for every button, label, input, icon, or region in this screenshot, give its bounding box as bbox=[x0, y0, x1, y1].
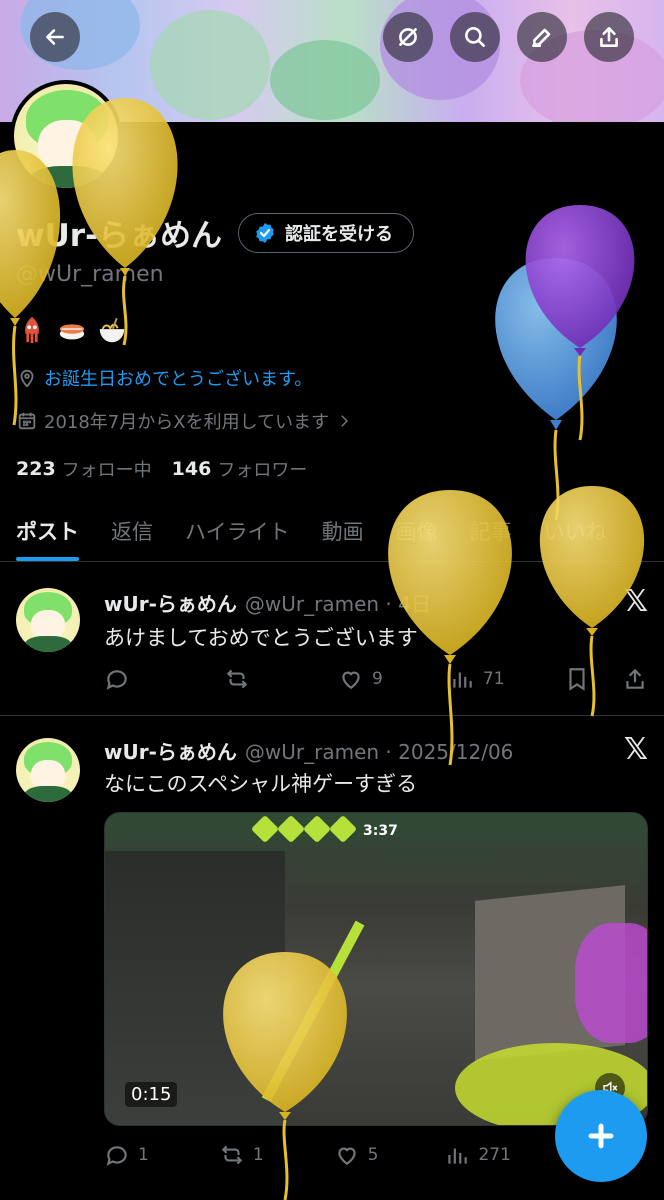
repost-icon bbox=[226, 669, 248, 689]
view-count: 271 bbox=[478, 1145, 511, 1165]
post-author-name[interactable]: wUr-らぁめん bbox=[104, 588, 237, 617]
repost-icon bbox=[221, 1145, 243, 1165]
post-item[interactable]: wUr-らぁめん @wUr_ramen · 4日 𝕏 あけましておめでとうござい… bbox=[0, 562, 664, 716]
back-button[interactable] bbox=[30, 12, 80, 62]
reply-button[interactable]: 1 bbox=[104, 1142, 149, 1168]
share-post-button[interactable] bbox=[622, 666, 648, 692]
post-author-name[interactable]: wUr-らぁめん bbox=[104, 736, 237, 765]
post-video[interactable]: 3:37 0:15 bbox=[104, 812, 648, 1126]
heart-icon bbox=[337, 1147, 356, 1165]
view-count: 71 bbox=[482, 669, 505, 689]
profile-name-row: wUr-らぁめん 認証を受ける bbox=[16, 210, 414, 255]
repost-button[interactable]: 1 bbox=[219, 1142, 264, 1168]
followers-count[interactable]: 146 bbox=[172, 458, 212, 480]
tab-likes[interactable]: いいね bbox=[544, 504, 607, 561]
post-text: あけましておめでとうございます bbox=[104, 626, 418, 650]
post-avatar[interactable] bbox=[16, 738, 80, 802]
search-button[interactable] bbox=[450, 12, 500, 62]
share-icon bbox=[626, 668, 644, 689]
like-count: 9 bbox=[372, 669, 383, 689]
profile-location: お誕生日おめでとうございます。 bbox=[16, 365, 312, 391]
views-button[interactable]: 271 bbox=[444, 1142, 511, 1168]
tab-replies[interactable]: 返信 bbox=[111, 504, 153, 561]
repost-button[interactable] bbox=[224, 666, 258, 692]
ramen-emoji bbox=[96, 314, 128, 346]
post-header: wUr-らぁめん @wUr_ramen · 2025/12/06 bbox=[104, 736, 513, 765]
balloon-blue bbox=[495, 258, 617, 521]
banner-art bbox=[270, 40, 380, 120]
views-button[interactable]: 71 bbox=[449, 666, 505, 692]
reply-icon bbox=[106, 670, 127, 690]
x-logo-icon: 𝕏 bbox=[623, 732, 648, 767]
squid-emoji bbox=[16, 314, 48, 346]
views-icon bbox=[453, 672, 472, 688]
display-name: wUr-らぁめん bbox=[16, 218, 222, 254]
repost-count: 1 bbox=[252, 1145, 264, 1165]
profile-tabs: ポスト 返信 ハイライト 動画 画像 記事 いいね bbox=[0, 504, 664, 562]
location-pin-icon bbox=[20, 369, 34, 388]
tab-images[interactable]: 画像 bbox=[396, 504, 438, 561]
search-icon bbox=[465, 27, 485, 47]
share-button[interactable] bbox=[584, 12, 634, 62]
tab-videos[interactable]: 動画 bbox=[322, 504, 364, 561]
like-button[interactable]: 9 bbox=[338, 666, 383, 692]
balloon-purple bbox=[525, 205, 635, 441]
video-frame bbox=[575, 923, 647, 1043]
reply-icon bbox=[106, 1146, 127, 1166]
following-count[interactable]: 223 bbox=[16, 458, 56, 480]
video-timer: 0:15 bbox=[125, 1082, 178, 1107]
edit-button[interactable] bbox=[517, 12, 567, 62]
post-actions: 9 71 bbox=[104, 666, 648, 692]
profile-handle: @wUr_ramen bbox=[16, 262, 164, 287]
post-text: なにこのスペシャル神ゲーすぎる bbox=[104, 772, 418, 796]
post-header: wUr-らぁめん @wUr_ramen · 4日 bbox=[104, 588, 431, 617]
post-avatar[interactable] bbox=[16, 588, 80, 652]
compose-button[interactable] bbox=[555, 1090, 647, 1182]
views-icon bbox=[448, 1148, 468, 1164]
get-verified-button[interactable]: 認証を受ける bbox=[237, 212, 414, 253]
reply-button[interactable] bbox=[104, 666, 138, 692]
post-meta: @wUr_ramen · 2025/12/06 bbox=[244, 740, 514, 764]
followers-label[interactable]: フォロワー bbox=[217, 456, 307, 482]
verified-badge-icon bbox=[256, 222, 274, 243]
game-hud bbox=[250, 814, 358, 844]
sushi-emoji bbox=[56, 314, 88, 346]
calendar-icon bbox=[18, 412, 36, 430]
x-logo-icon: 𝕏 bbox=[623, 584, 648, 619]
like-count: 5 bbox=[367, 1145, 379, 1165]
location-text[interactable]: お誕生日おめでとうございます。 bbox=[44, 365, 312, 391]
chevron-right-icon bbox=[341, 415, 349, 427]
post-meta: @wUr_ramen · 4日 bbox=[244, 592, 431, 616]
profile-avatar[interactable] bbox=[10, 80, 122, 192]
bookmark-icon bbox=[569, 668, 585, 691]
follow-stats: 223 フォロー中 146 フォロワー bbox=[16, 456, 307, 482]
banner-art bbox=[150, 10, 270, 120]
verify-label: 認証を受ける bbox=[284, 223, 393, 245]
tab-posts[interactable]: ポスト bbox=[16, 504, 79, 561]
edit-icon bbox=[532, 28, 551, 47]
tab-highlights[interactable]: ハイライト bbox=[185, 504, 290, 561]
game-clock: 3:37 bbox=[363, 823, 398, 839]
arrow-left-icon bbox=[46, 29, 64, 45]
like-button[interactable]: 5 bbox=[334, 1142, 379, 1168]
heart-icon bbox=[342, 671, 360, 689]
join-text: 2018年7月からXを利用しています bbox=[44, 412, 330, 433]
reply-count: 1 bbox=[138, 1145, 149, 1165]
bookmark-button[interactable] bbox=[564, 666, 598, 692]
profile-join-date[interactable]: 2018年7月からXを利用しています bbox=[16, 408, 359, 434]
tab-articles[interactable]: 記事 bbox=[470, 504, 512, 561]
grok-icon bbox=[399, 28, 417, 46]
following-label[interactable]: フォロー中 bbox=[62, 456, 152, 482]
grok-button[interactable] bbox=[383, 12, 433, 62]
share-icon bbox=[600, 27, 618, 47]
bio-emojis bbox=[16, 314, 128, 346]
plus-icon bbox=[588, 1123, 614, 1149]
